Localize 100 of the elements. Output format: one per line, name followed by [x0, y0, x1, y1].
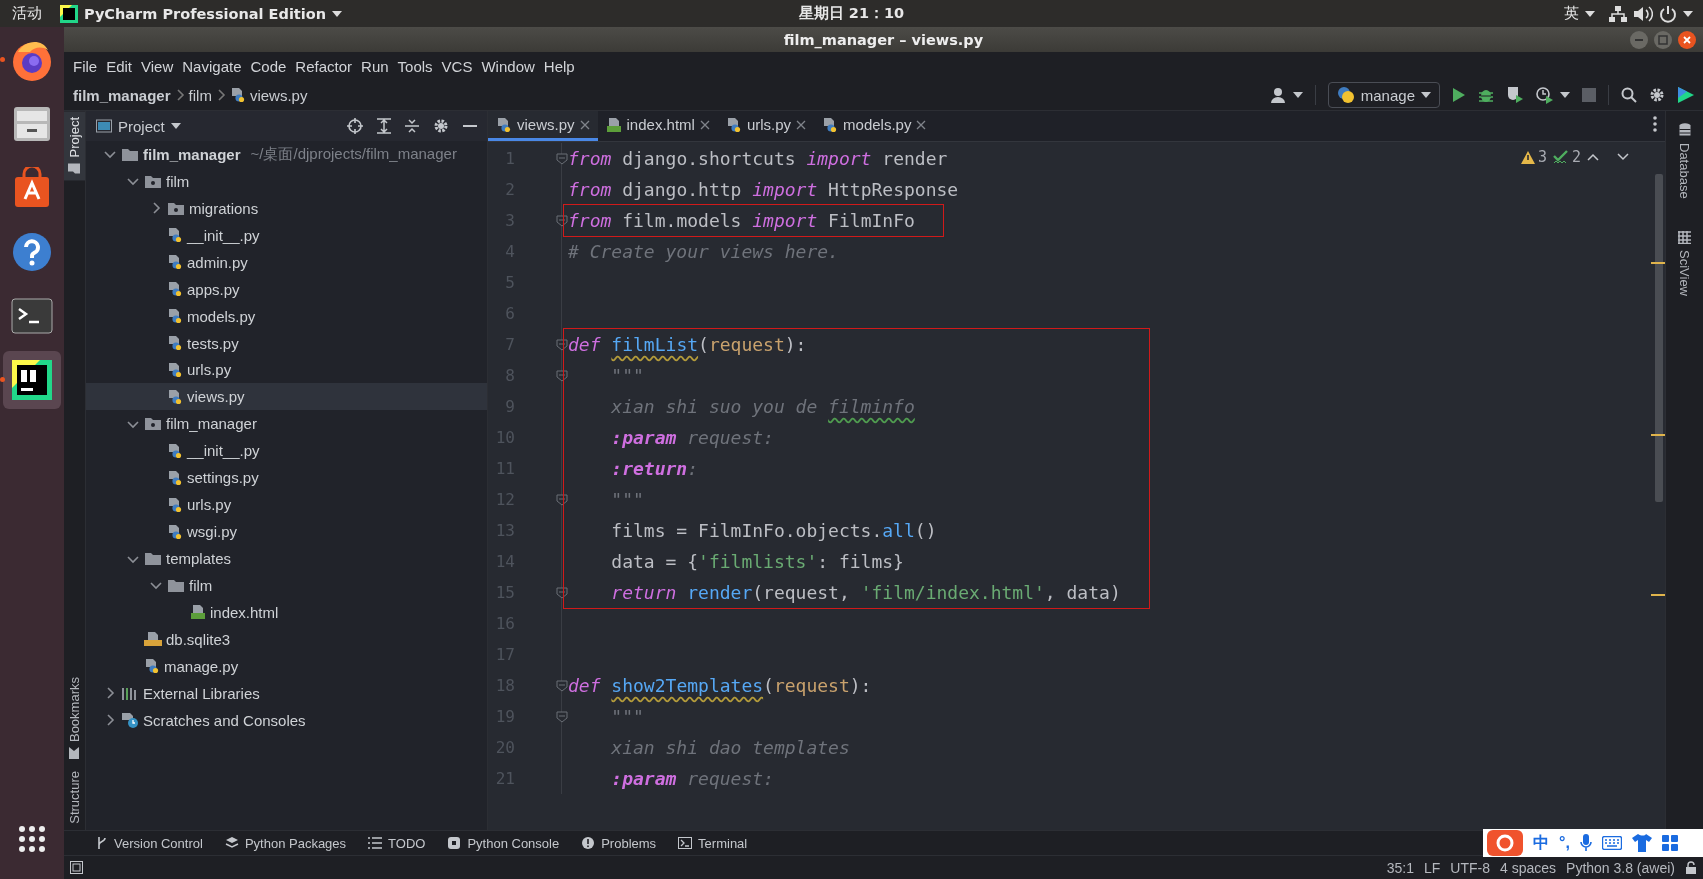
ime-logo-icon[interactable] — [1487, 830, 1523, 856]
app-grid-icon[interactable] — [18, 825, 46, 853]
tool-window-button[interactable]: Python Console — [447, 835, 560, 851]
tree-item[interactable]: film — [86, 167, 487, 195]
run-icon[interactable] — [1452, 87, 1466, 103]
clock[interactable]: 星期日 21：10 — [798, 4, 905, 23]
tool-window-button[interactable]: Terminal — [678, 835, 748, 851]
keyboard-icon[interactable] — [1601, 836, 1622, 850]
next-icon[interactable] — [1617, 153, 1629, 161]
menu-item[interactable]: Tools — [397, 55, 433, 77]
breadcrumb-item[interactable]: film — [188, 86, 212, 104]
more-icon[interactable] — [1653, 116, 1657, 132]
tool-window-tab[interactable]: Structure — [64, 765, 85, 830]
minimize-icon[interactable] — [463, 124, 477, 128]
microphone-icon[interactable] — [1579, 834, 1592, 852]
shield-run-icon[interactable] — [1506, 86, 1524, 104]
tree-item[interactable]: templates — [86, 545, 487, 572]
tool-window-tab[interactable]: SciView — [1676, 224, 1693, 302]
menu-item[interactable]: VCS — [441, 55, 473, 77]
previous-icon[interactable] — [1587, 153, 1599, 161]
tree-item[interactable]: manage.py — [86, 652, 487, 680]
fold-marker-icon[interactable] — [555, 214, 568, 227]
tool-window-tab[interactable]: Project — [64, 111, 85, 181]
shirt-icon[interactable] — [1631, 834, 1652, 852]
file-encoding[interactable]: UTF-8 — [1450, 859, 1490, 876]
close-icon[interactable] — [796, 119, 807, 130]
line-separator[interactable]: LF — [1424, 859, 1441, 876]
tool-window-button[interactable]: Python Packages — [224, 835, 347, 851]
dock-item[interactable] — [3, 351, 61, 409]
menu-item[interactable]: Code — [250, 55, 287, 77]
tree-item[interactable]: settings.py — [86, 464, 487, 492]
fold-marker-icon[interactable] — [555, 369, 568, 382]
tree-item[interactable]: admin.py — [86, 248, 487, 276]
editor-tab[interactable]: index.html — [597, 111, 718, 141]
close-icon[interactable] — [699, 119, 710, 130]
tree-item[interactable]: urls.py — [86, 356, 487, 384]
tool-window-button[interactable]: Version Control — [96, 835, 203, 851]
menu-item[interactable]: View — [141, 55, 174, 77]
menu-item[interactable]: Refactor — [295, 55, 353, 77]
tree-item[interactable]: film — [86, 572, 487, 599]
menu-item[interactable]: Edit — [106, 55, 133, 77]
tree-item[interactable]: External Libraries — [86, 679, 487, 707]
tool-window-button[interactable]: TODO — [368, 835, 426, 851]
tree-item[interactable]: wsgi.py — [86, 518, 487, 546]
fold-marker-icon[interactable] — [555, 493, 568, 506]
app-grid-icon[interactable] — [1661, 835, 1678, 851]
breadcrumb-item[interactable]: film_manager — [73, 86, 171, 104]
punctuation-toggle[interactable]: °, — [1559, 834, 1570, 852]
terminal-icon[interactable] — [11, 297, 53, 335]
editor-tab[interactable]: models.py — [814, 111, 935, 141]
toolbox-logo-icon[interactable] — [1677, 86, 1695, 104]
editor-tab[interactable]: views.py — [488, 111, 598, 141]
menu-item[interactable]: Window — [481, 55, 535, 77]
typo-count[interactable]: 2 — [1571, 148, 1581, 166]
pycharm-app-icon[interactable] — [10, 358, 54, 402]
collapse-all-icon[interactable] — [405, 118, 419, 134]
app-menu[interactable]: PyCharm Professional Edition — [84, 5, 327, 22]
tool-window-button[interactable]: Problems — [581, 835, 657, 851]
expand-all-icon[interactable] — [377, 118, 391, 134]
editor-tab[interactable]: urls.py — [717, 111, 815, 141]
tree-item[interactable]: db.sqlite3 — [86, 625, 487, 653]
caret-position[interactable]: 35:1 — [1386, 859, 1414, 876]
lock-icon[interactable] — [1685, 861, 1697, 874]
tool-window-tab[interactable]: Bookmarks — [64, 671, 85, 766]
settings-icon[interactable] — [433, 118, 449, 134]
tree-item[interactable]: index.html — [86, 598, 487, 626]
activities-button[interactable]: 活动 — [0, 4, 60, 23]
help-icon[interactable] — [11, 231, 53, 273]
menu-item[interactable]: Navigate — [182, 55, 242, 77]
tree-item[interactable]: views.py — [86, 383, 487, 411]
close-icon[interactable] — [916, 119, 927, 130]
run-config-dropdown[interactable]: manage — [1327, 82, 1440, 108]
menu-item[interactable]: Run — [361, 55, 389, 77]
indent-setting[interactable]: 4 spaces — [1500, 859, 1557, 876]
tree-item[interactable]: __init__.py — [86, 221, 487, 249]
user-icon[interactable] — [1270, 87, 1287, 103]
close-icon[interactable] — [1677, 30, 1697, 50]
locate-icon[interactable] — [347, 118, 363, 134]
fold-marker-icon[interactable] — [555, 710, 568, 723]
settings-icon[interactable] — [1649, 87, 1665, 103]
panel-title[interactable]: Project — [118, 117, 165, 135]
menu-item[interactable]: Help — [543, 55, 575, 77]
fold-marker-icon[interactable] — [555, 338, 568, 351]
tree-item[interactable]: Scratches and Consoles — [86, 706, 487, 734]
tree-item[interactable]: film_manager ~/桌面/djprojects/film_manager — [86, 141, 487, 168]
input-method-indicator[interactable]: 英 — [1564, 4, 1579, 23]
warning-count[interactable]: 3 — [1537, 148, 1547, 166]
tree-item[interactable]: __init__.py — [86, 437, 487, 465]
fold-marker-icon[interactable] — [555, 679, 568, 692]
tree-item[interactable]: models.py — [86, 302, 487, 330]
tool-window-tab[interactable]: Database — [1676, 117, 1693, 205]
fold-marker-icon[interactable] — [555, 586, 568, 599]
panel-toggle-icon[interactable] — [70, 861, 83, 874]
tree-item[interactable]: apps.py — [86, 275, 487, 303]
input-mode-toggle[interactable]: 中 — [1533, 832, 1549, 854]
tree-item[interactable]: migrations — [86, 194, 487, 222]
interpreter-selector[interactable]: Python 3.8 (awei) — [1566, 859, 1675, 876]
tree-item[interactable]: tests.py — [86, 329, 487, 357]
search-icon[interactable] — [1621, 87, 1637, 103]
menu-item[interactable]: File — [73, 55, 98, 77]
